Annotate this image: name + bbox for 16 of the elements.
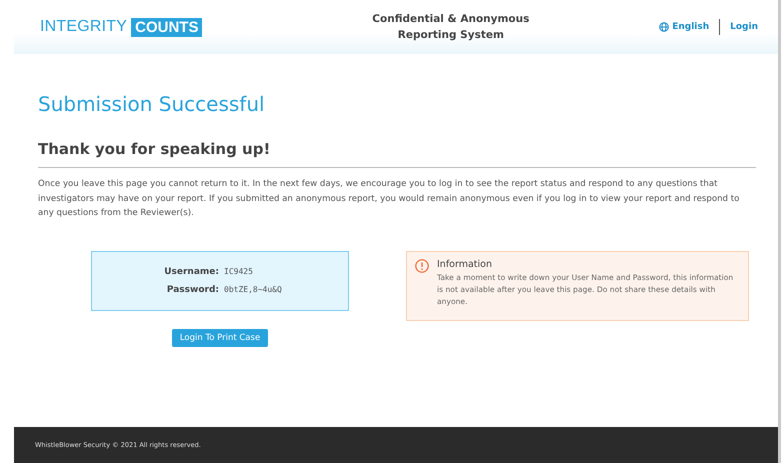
site-title: Confidential & Anonymous Reporting System	[371, 12, 530, 43]
login-link[interactable]: Login	[730, 22, 758, 32]
section-heading: Thank you for speaking up!	[38, 140, 272, 158]
print-case-button[interactable]: Login To Print Case	[172, 328, 268, 346]
page-heading: Submission Successful	[38, 92, 266, 116]
credential-value: IC9425	[224, 266, 253, 276]
alert-icon	[415, 258, 429, 272]
message-text: Once you leave this page you cannot return to it. In the next few days, we encourage you to log in to see the report status and respond to any questions that investigators may have on your report. If you submitted an anonymous report, you would remain anonymous even if you log in to view your report and respond to any questions from the Reviewer(s).	[38, 178, 740, 220]
info-title: Information	[437, 258, 493, 270]
logo-badge: COUNTS	[131, 18, 202, 36]
globe-icon	[659, 22, 670, 32]
credential-label: Password:	[166, 284, 219, 294]
language-link[interactable]: English	[659, 22, 710, 32]
credential-value: 0btZE,8~4u&Q	[224, 284, 282, 294]
credential-label: Username:	[163, 266, 219, 276]
logo-text: INTEGRITY	[40, 18, 128, 36]
